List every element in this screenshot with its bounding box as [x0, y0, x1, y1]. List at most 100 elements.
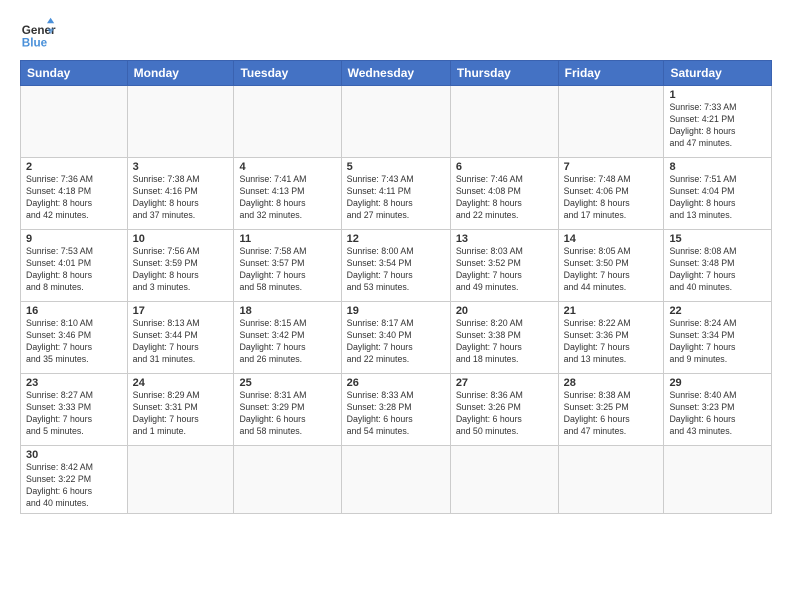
day-number: 22 — [669, 305, 766, 317]
day-number: 3 — [133, 161, 229, 173]
weekday-header-thursday: Thursday — [450, 61, 558, 86]
day-number: 17 — [133, 305, 229, 317]
calendar-week-row-3: 9Sunrise: 7:53 AMSunset: 4:01 PMDaylight… — [21, 230, 772, 302]
calendar-cell: 3Sunrise: 7:38 AMSunset: 4:16 PMDaylight… — [127, 158, 234, 230]
calendar-cell: 18Sunrise: 8:15 AMSunset: 3:42 PMDayligh… — [234, 302, 341, 374]
calendar-cell: 16Sunrise: 8:10 AMSunset: 3:46 PMDayligh… — [21, 302, 128, 374]
day-info: Sunrise: 8:20 AMSunset: 3:38 PMDaylight:… — [456, 318, 553, 366]
day-info: Sunrise: 8:10 AMSunset: 3:46 PMDaylight:… — [26, 318, 122, 366]
day-info: Sunrise: 8:00 AMSunset: 3:54 PMDaylight:… — [347, 246, 445, 294]
day-info: Sunrise: 7:41 AMSunset: 4:13 PMDaylight:… — [239, 174, 335, 222]
day-info: Sunrise: 8:27 AMSunset: 3:33 PMDaylight:… — [26, 390, 122, 438]
day-number: 15 — [669, 233, 766, 245]
day-number: 30 — [26, 449, 122, 461]
calendar-cell: 14Sunrise: 8:05 AMSunset: 3:50 PMDayligh… — [558, 230, 664, 302]
day-info: Sunrise: 8:24 AMSunset: 3:34 PMDaylight:… — [669, 318, 766, 366]
calendar-cell — [234, 86, 341, 158]
day-number: 27 — [456, 377, 553, 389]
day-number: 20 — [456, 305, 553, 317]
day-info: Sunrise: 7:33 AMSunset: 4:21 PMDaylight:… — [669, 102, 766, 150]
calendar-cell: 19Sunrise: 8:17 AMSunset: 3:40 PMDayligh… — [341, 302, 450, 374]
calendar-cell — [341, 446, 450, 514]
day-number: 28 — [564, 377, 659, 389]
logo: General Blue — [20, 16, 56, 52]
day-number: 24 — [133, 377, 229, 389]
day-info: Sunrise: 8:36 AMSunset: 3:26 PMDaylight:… — [456, 390, 553, 438]
day-number: 1 — [669, 89, 766, 101]
calendar-cell: 15Sunrise: 8:08 AMSunset: 3:48 PMDayligh… — [664, 230, 772, 302]
day-number: 14 — [564, 233, 659, 245]
day-info: Sunrise: 8:40 AMSunset: 3:23 PMDaylight:… — [669, 390, 766, 438]
day-number: 29 — [669, 377, 766, 389]
calendar-cell: 28Sunrise: 8:38 AMSunset: 3:25 PMDayligh… — [558, 374, 664, 446]
day-info: Sunrise: 7:48 AMSunset: 4:06 PMDaylight:… — [564, 174, 659, 222]
calendar-cell: 27Sunrise: 8:36 AMSunset: 3:26 PMDayligh… — [450, 374, 558, 446]
calendar-cell: 1Sunrise: 7:33 AMSunset: 4:21 PMDaylight… — [664, 86, 772, 158]
day-info: Sunrise: 7:56 AMSunset: 3:59 PMDaylight:… — [133, 246, 229, 294]
day-info: Sunrise: 8:05 AMSunset: 3:50 PMDaylight:… — [564, 246, 659, 294]
calendar-cell: 2Sunrise: 7:36 AMSunset: 4:18 PMDaylight… — [21, 158, 128, 230]
day-number: 25 — [239, 377, 335, 389]
day-info: Sunrise: 7:53 AMSunset: 4:01 PMDaylight:… — [26, 246, 122, 294]
weekday-header-tuesday: Tuesday — [234, 61, 341, 86]
day-info: Sunrise: 7:51 AMSunset: 4:04 PMDaylight:… — [669, 174, 766, 222]
day-info: Sunrise: 8:03 AMSunset: 3:52 PMDaylight:… — [456, 246, 553, 294]
calendar-cell: 11Sunrise: 7:58 AMSunset: 3:57 PMDayligh… — [234, 230, 341, 302]
calendar-table: SundayMondayTuesdayWednesdayThursdayFrid… — [20, 60, 772, 514]
day-info: Sunrise: 8:15 AMSunset: 3:42 PMDaylight:… — [239, 318, 335, 366]
day-info: Sunrise: 7:38 AMSunset: 4:16 PMDaylight:… — [133, 174, 229, 222]
page: General Blue SundayMondayTuesdayWednesda… — [0, 0, 792, 524]
day-number: 16 — [26, 305, 122, 317]
calendar-cell: 24Sunrise: 8:29 AMSunset: 3:31 PMDayligh… — [127, 374, 234, 446]
weekday-header-sunday: Sunday — [21, 61, 128, 86]
day-number: 8 — [669, 161, 766, 173]
calendar-week-row-2: 2Sunrise: 7:36 AMSunset: 4:18 PMDaylight… — [21, 158, 772, 230]
weekday-header-row: SundayMondayTuesdayWednesdayThursdayFrid… — [21, 61, 772, 86]
calendar-week-row-4: 16Sunrise: 8:10 AMSunset: 3:46 PMDayligh… — [21, 302, 772, 374]
day-number: 7 — [564, 161, 659, 173]
day-info: Sunrise: 8:08 AMSunset: 3:48 PMDaylight:… — [669, 246, 766, 294]
day-number: 12 — [347, 233, 445, 245]
day-number: 10 — [133, 233, 229, 245]
calendar-week-row-6: 30Sunrise: 8:42 AMSunset: 3:22 PMDayligh… — [21, 446, 772, 514]
calendar-cell: 7Sunrise: 7:48 AMSunset: 4:06 PMDaylight… — [558, 158, 664, 230]
calendar-cell: 8Sunrise: 7:51 AMSunset: 4:04 PMDaylight… — [664, 158, 772, 230]
day-info: Sunrise: 8:29 AMSunset: 3:31 PMDaylight:… — [133, 390, 229, 438]
day-info: Sunrise: 7:36 AMSunset: 4:18 PMDaylight:… — [26, 174, 122, 222]
day-info: Sunrise: 8:31 AMSunset: 3:29 PMDaylight:… — [239, 390, 335, 438]
day-number: 26 — [347, 377, 445, 389]
calendar-cell: 22Sunrise: 8:24 AMSunset: 3:34 PMDayligh… — [664, 302, 772, 374]
day-number: 6 — [456, 161, 553, 173]
calendar-cell: 17Sunrise: 8:13 AMSunset: 3:44 PMDayligh… — [127, 302, 234, 374]
calendar-cell: 20Sunrise: 8:20 AMSunset: 3:38 PMDayligh… — [450, 302, 558, 374]
day-info: Sunrise: 7:46 AMSunset: 4:08 PMDaylight:… — [456, 174, 553, 222]
day-info: Sunrise: 8:17 AMSunset: 3:40 PMDaylight:… — [347, 318, 445, 366]
calendar-cell: 29Sunrise: 8:40 AMSunset: 3:23 PMDayligh… — [664, 374, 772, 446]
day-info: Sunrise: 8:42 AMSunset: 3:22 PMDaylight:… — [26, 462, 122, 510]
calendar-cell — [127, 446, 234, 514]
calendar-cell — [450, 446, 558, 514]
calendar-cell — [558, 86, 664, 158]
day-number: 4 — [239, 161, 335, 173]
calendar-cell — [341, 86, 450, 158]
weekday-header-saturday: Saturday — [664, 61, 772, 86]
calendar-cell: 6Sunrise: 7:46 AMSunset: 4:08 PMDaylight… — [450, 158, 558, 230]
day-number: 21 — [564, 305, 659, 317]
day-info: Sunrise: 8:22 AMSunset: 3:36 PMDaylight:… — [564, 318, 659, 366]
day-number: 2 — [26, 161, 122, 173]
day-info: Sunrise: 8:33 AMSunset: 3:28 PMDaylight:… — [347, 390, 445, 438]
calendar-cell: 4Sunrise: 7:41 AMSunset: 4:13 PMDaylight… — [234, 158, 341, 230]
calendar-cell: 25Sunrise: 8:31 AMSunset: 3:29 PMDayligh… — [234, 374, 341, 446]
day-number: 19 — [347, 305, 445, 317]
calendar-cell — [234, 446, 341, 514]
day-info: Sunrise: 8:13 AMSunset: 3:44 PMDaylight:… — [133, 318, 229, 366]
calendar-cell: 21Sunrise: 8:22 AMSunset: 3:36 PMDayligh… — [558, 302, 664, 374]
weekday-header-monday: Monday — [127, 61, 234, 86]
header: General Blue — [20, 16, 772, 52]
calendar-cell — [558, 446, 664, 514]
day-number: 5 — [347, 161, 445, 173]
calendar-week-row-1: 1Sunrise: 7:33 AMSunset: 4:21 PMDaylight… — [21, 86, 772, 158]
logo-icon: General Blue — [20, 16, 56, 52]
weekday-header-friday: Friday — [558, 61, 664, 86]
day-number: 11 — [239, 233, 335, 245]
